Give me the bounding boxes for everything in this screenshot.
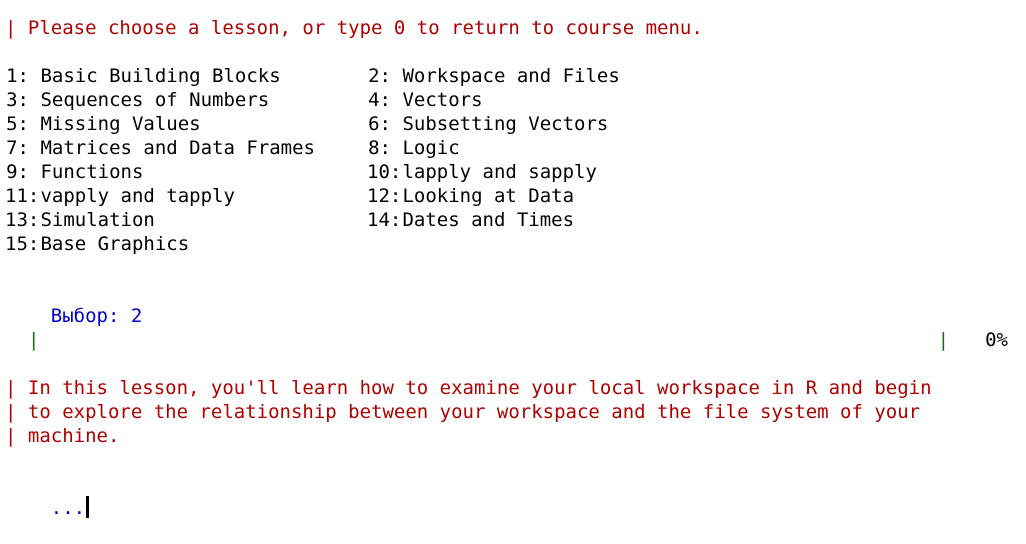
lesson-number: 4: — [368, 89, 391, 111]
lesson-number: 2: — [368, 65, 391, 87]
lesson-option[interactable]: 5: Missing Values — [5, 112, 367, 136]
lesson-label: Vectors — [402, 89, 483, 111]
lesson-option[interactable]: 11: vapply and tapply — [5, 184, 367, 208]
lesson-label: Subsetting Vectors — [402, 113, 609, 135]
lesson-number: 15: — [5, 233, 40, 255]
progress-percent: 0% — [985, 329, 1008, 351]
lesson-menu-row: 13: Simulation 14: Dates and Times — [5, 208, 1008, 232]
lesson-label: vapply and tapply — [40, 185, 235, 207]
lesson-menu-row: 1: Basic Building Blocks 2: Workspace and… — [5, 64, 1008, 88]
choose-lesson-prompt: | Please choose a lesson, or type 0 to r… — [5, 17, 703, 39]
lesson-label: Base Graphics — [40, 233, 190, 255]
lesson-number: 13: — [5, 209, 40, 231]
lesson-option[interactable]: 14: Dates and Times — [367, 208, 574, 232]
progress-track — [39, 328, 937, 352]
lesson-option[interactable]: 4: Vectors — [367, 88, 483, 112]
lesson-menu-row: 5: Missing Values 6: Subsetting Vectors — [5, 112, 1008, 136]
continue-prompt: ... — [50, 497, 86, 519]
progress-right-pipe: | — [937, 329, 950, 351]
lesson-label: Dates and Times — [402, 209, 575, 231]
lesson-number: 6: — [368, 113, 391, 135]
selection-label: Выбор: — [50, 305, 120, 327]
lesson-option[interactable]: 7: Matrices and Data Frames — [5, 136, 367, 160]
lesson-label: lapply and sapply — [402, 161, 597, 183]
lesson-menu: 1: Basic Building Blocks 2: Workspace and… — [5, 64, 1008, 256]
lesson-option[interactable]: 3: Sequences of Numbers — [5, 88, 367, 112]
lesson-option[interactable]: 10: lapply and sapply — [367, 160, 597, 184]
lesson-label: Looking at Data — [402, 185, 575, 207]
selection-line: Выбор: 2 — [5, 280, 1008, 327]
lesson-intro-line-3: | machine. — [5, 425, 120, 447]
lesson-label: Workspace and Files — [402, 65, 620, 87]
lesson-option[interactable]: 1: Basic Building Blocks — [5, 64, 367, 88]
lesson-label: Simulation — [40, 209, 155, 231]
progress-left-pipe: | — [28, 329, 40, 351]
lesson-intro-line-1: | In this lesson, you'll learn how to ex… — [5, 377, 932, 399]
lesson-option[interactable]: 13: Simulation — [5, 208, 367, 232]
selection-value: 2 — [130, 305, 143, 327]
lesson-label: Missing Values — [40, 113, 201, 135]
lesson-number: 11: — [5, 185, 40, 207]
lesson-number: 5: — [6, 113, 29, 135]
lesson-number: 9: — [6, 161, 29, 183]
continue-line[interactable]: ... — [5, 472, 1008, 519]
lesson-label: Functions — [40, 161, 144, 183]
lesson-menu-row: 9: Functions 10: lapply and sapply — [5, 160, 1008, 184]
lesson-label: Basic Building Blocks — [40, 65, 281, 87]
progress-bar: | | 0% — [5, 328, 1008, 352]
lesson-intro-line-2: | to explore the relationship between yo… — [5, 401, 921, 423]
lesson-number: 10: — [367, 161, 402, 183]
lesson-option[interactable]: 8: Logic — [367, 136, 460, 160]
lesson-menu-row: 15: Base Graphics — [5, 232, 1008, 256]
lesson-option[interactable]: 15: Base Graphics — [5, 232, 367, 256]
lesson-option[interactable]: 2: Workspace and Files — [367, 64, 620, 88]
lesson-option — [367, 232, 402, 256]
lesson-menu-row: 7: Matrices and Data Frames 8: Logic — [5, 136, 1008, 160]
lesson-number: 14: — [367, 209, 402, 231]
lesson-label: Matrices and Data Frames — [40, 137, 315, 159]
lesson-option[interactable]: 9: Functions — [5, 160, 367, 184]
text-cursor — [86, 496, 90, 518]
lesson-number: 3: — [6, 89, 29, 111]
lesson-option[interactable]: 12: Looking at Data — [367, 184, 574, 208]
lesson-menu-row: 11: vapply and tapply 12: Looking at Data — [5, 184, 1008, 208]
lesson-menu-row: 3: Sequences of Numbers 4: Vectors — [5, 88, 1008, 112]
lesson-option[interactable]: 6: Subsetting Vectors — [367, 112, 608, 136]
lesson-label: Logic — [402, 137, 460, 159]
lesson-number: 8: — [368, 137, 391, 159]
lesson-label: Sequences of Numbers — [40, 89, 270, 111]
r-console[interactable]: | Please choose a lesson, or type 0 to r… — [5, 16, 1008, 519]
lesson-number: 1: — [6, 65, 29, 87]
lesson-number: 7: — [6, 137, 29, 159]
lesson-number: 12: — [367, 185, 402, 207]
